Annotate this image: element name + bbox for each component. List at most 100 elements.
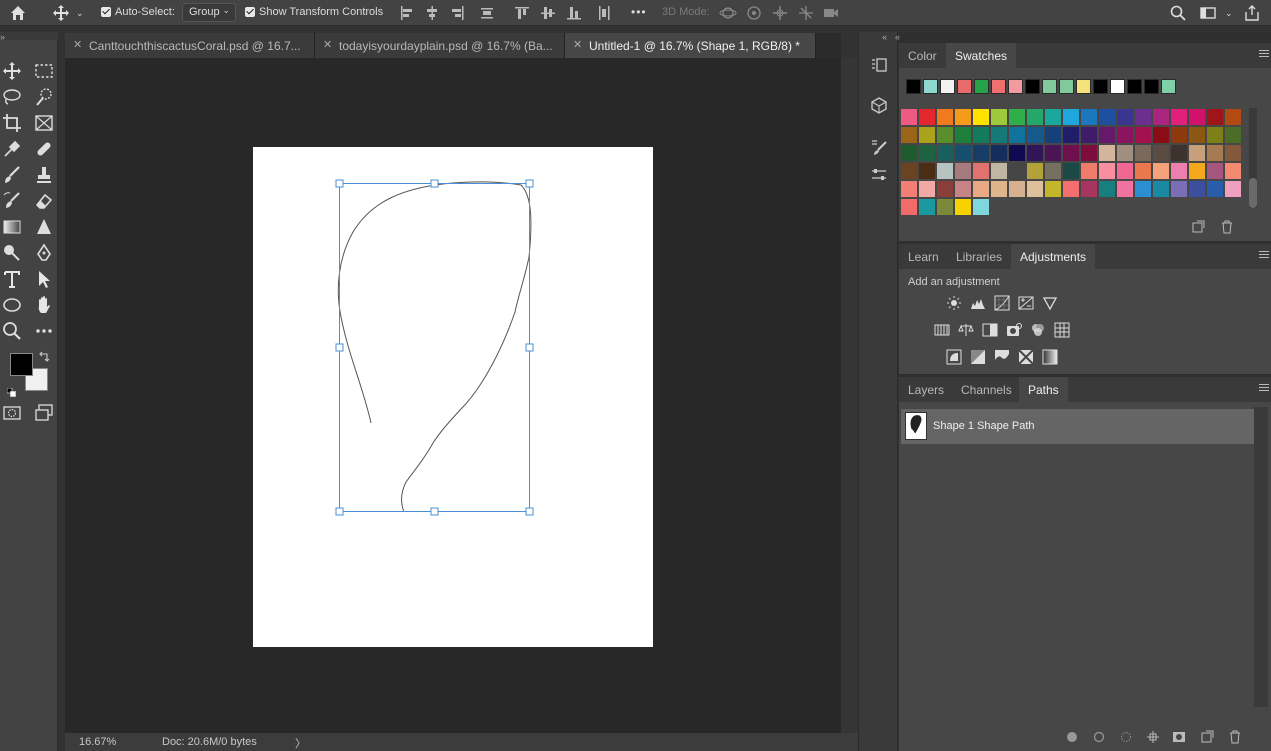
gradient-map-icon[interactable] [1042,349,1058,365]
distribute-icon[interactable] [478,4,496,22]
brush-tool-icon[interactable] [1,164,23,186]
document-canvas[interactable] [253,147,653,647]
swatch[interactable] [901,127,917,143]
swatch[interactable] [1045,127,1061,143]
ellipse-tool-icon[interactable] [1,294,23,316]
align-bottom-icon[interactable] [565,4,583,22]
swatch[interactable] [1099,109,1115,125]
recent-swatch[interactable] [1025,79,1040,94]
swatch[interactable] [1117,109,1133,125]
swatch[interactable] [919,127,935,143]
chevron-down-icon[interactable]: ⌄ [1225,8,1233,19]
tab-libraries[interactable]: Libraries [947,244,1011,269]
swatch[interactable] [1045,163,1061,179]
recent-swatch[interactable] [940,79,955,94]
swatch[interactable] [991,127,1007,143]
swatch[interactable] [919,163,935,179]
swatch[interactable] [1189,109,1205,125]
swatch[interactable] [901,145,917,161]
swatch[interactable] [937,145,953,161]
swatches-scroll-thumb[interactable] [1249,178,1257,208]
swatch[interactable] [1171,145,1187,161]
swatch[interactable] [1027,145,1043,161]
recent-swatch[interactable] [923,79,938,94]
tab-swatches[interactable]: Swatches [946,43,1017,68]
recent-swatch[interactable] [991,79,1006,94]
swatch[interactable] [1081,109,1097,125]
pen-tool-icon[interactable] [33,242,55,264]
swatch[interactable] [1135,181,1151,197]
swatch[interactable] [991,181,1007,197]
align-center-icon[interactable] [423,4,441,22]
expand-dock-icon[interactable]: « [882,32,887,42]
history-brush-icon[interactable] [1,190,23,212]
swatch[interactable] [1135,127,1151,143]
show-transform-checkbox[interactable] [245,7,255,17]
swatch[interactable] [1189,181,1205,197]
recent-swatch[interactable] [1127,79,1142,94]
swatch[interactable] [1171,163,1187,179]
trash-icon[interactable] [1220,220,1234,234]
swatch[interactable] [1189,127,1205,143]
swatch[interactable] [1153,127,1169,143]
tab-learn[interactable]: Learn [899,244,948,269]
transform-handle-top-right[interactable] [525,179,534,188]
swatch[interactable] [1027,163,1043,179]
align-middle-icon[interactable] [539,4,557,22]
auto-select-checkbox[interactable] [101,7,111,17]
transform-handle-right[interactable] [525,343,534,352]
screen-mode-icon[interactable] [33,402,55,424]
swatch[interactable] [1009,181,1025,197]
swatch[interactable] [955,163,971,179]
color-balance-icon[interactable] [958,322,974,338]
swatch[interactable] [973,145,989,161]
swatch[interactable] [1207,109,1223,125]
workspace-icon[interactable] [1199,4,1217,22]
swatch[interactable] [1009,145,1025,161]
quick-mask-icon[interactable] [1,402,23,424]
brightness-icon[interactable] [946,295,962,311]
swatch[interactable] [955,109,971,125]
marquee-tool-icon[interactable] [33,60,55,82]
recent-swatch[interactable] [1110,79,1125,94]
quick-selection-icon[interactable] [33,86,55,108]
swatch[interactable] [1225,181,1241,197]
swatch[interactable] [1009,163,1025,179]
swatch[interactable] [1225,145,1241,161]
swatch[interactable] [919,109,935,125]
brush-settings-icon[interactable] [870,138,888,156]
swatch[interactable] [1153,181,1169,197]
swatch[interactable] [991,163,1007,179]
gradient-tool-icon[interactable] [1,216,23,238]
swatch[interactable] [973,127,989,143]
close-icon[interactable]: ✕ [73,38,82,51]
swatch[interactable] [1009,127,1025,143]
tab-todayisyourdayplain[interactable]: ✕ todayisyourdayplain.psd @ 16.7% (Ba... [315,33,565,58]
blur-tool-icon[interactable] [33,216,55,238]
eyedropper-tool-icon[interactable] [1,138,23,160]
recent-swatch[interactable] [1008,79,1023,94]
swatch[interactable] [1009,109,1025,125]
swatch[interactable] [1027,181,1043,197]
recent-swatch[interactable] [957,79,972,94]
swatch[interactable] [1027,109,1043,125]
swatch[interactable] [1027,127,1043,143]
move-tool-icon[interactable] [52,4,70,22]
path-row[interactable]: Shape 1 Shape Path [901,409,1254,444]
swatch[interactable] [1153,163,1169,179]
add-mask-icon[interactable] [1172,730,1186,744]
hand-tool-icon[interactable] [33,294,55,316]
swatch[interactable] [1153,109,1169,125]
transform-handle-bottom-right[interactable] [525,507,534,516]
exposure-icon[interactable] [1018,295,1034,311]
lasso-tool-icon[interactable] [1,86,23,108]
swatch[interactable] [1135,163,1151,179]
trash-icon[interactable] [1228,730,1242,744]
tool-presets-icon[interactable] [870,166,888,184]
swatch[interactable] [901,109,917,125]
swatch[interactable] [937,127,953,143]
collapse-tools-icon[interactable]: » [0,32,5,42]
hue-saturation-icon[interactable] [934,322,950,338]
recent-swatch[interactable] [974,79,989,94]
recent-swatch[interactable] [906,79,921,94]
